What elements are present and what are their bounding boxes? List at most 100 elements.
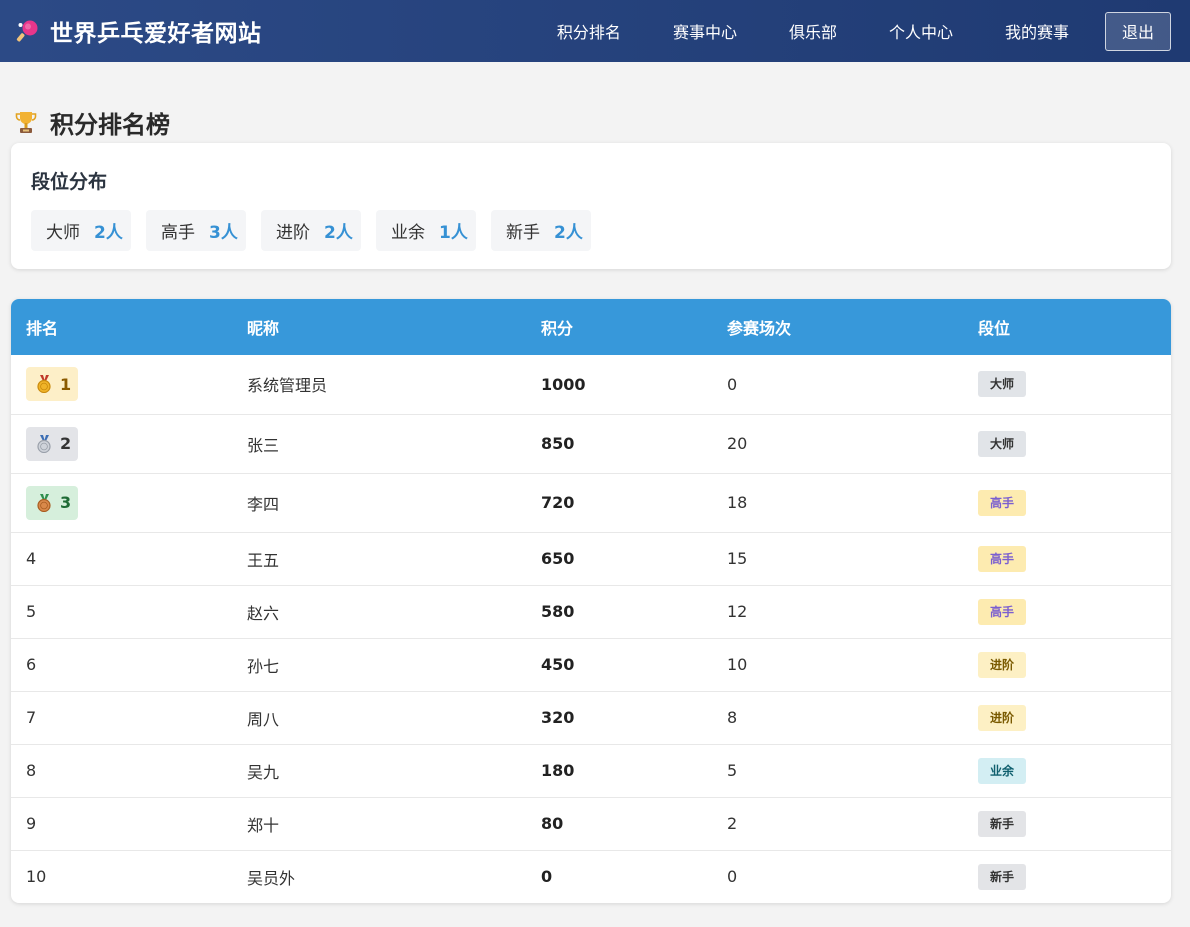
level-badge: 高手	[978, 545, 1026, 572]
nickname-cell: 孙七	[232, 638, 526, 692]
level-badge: 新手	[978, 863, 1026, 890]
table-body: 1 系统管理员 1000 0 大师 2 张三 850 20 大师 3 李四 720 18 高手 4 王五 650 1…	[11, 355, 1171, 903]
matches-cell: 5	[712, 744, 963, 798]
nav-item-my-events[interactable]: 我的赛事	[979, 19, 1095, 43]
table-row[interactable]: 4 王五 650 15 高手	[11, 532, 1171, 586]
level-cell: 大师	[963, 355, 1171, 415]
table-row[interactable]: 8 吴九 180 5 业余	[11, 744, 1171, 798]
gold-medal-icon	[37, 375, 51, 394]
silver-medal-icon	[37, 434, 51, 453]
distribution-chip-novice: 新手 2人	[491, 210, 591, 251]
points-cell: 580	[526, 585, 712, 639]
points-cell: 650	[526, 532, 712, 586]
table-row[interactable]: 3 李四 720 18 高手	[11, 473, 1171, 533]
level-badge: 进阶	[978, 704, 1026, 731]
col-header-rank[interactable]: 排名	[11, 299, 232, 355]
rank-cell: 5	[11, 585, 232, 639]
distribution-chip-expert: 高手 3人	[146, 210, 246, 251]
points-cell: 180	[526, 744, 712, 798]
level-cell: 高手	[963, 585, 1171, 639]
matches-cell: 12	[712, 585, 963, 639]
rank-cell: 9	[11, 797, 232, 851]
page-title-row: 积分排名榜	[11, 107, 1171, 139]
chip-label: 大师	[46, 223, 80, 243]
bronze-medal-icon	[37, 493, 51, 512]
rank-number: 8	[26, 761, 37, 780]
rank-cell: 3	[11, 473, 232, 533]
chip-count: 2人	[554, 223, 583, 243]
distribution-chip-master: 大师 2人	[31, 210, 131, 251]
chip-label: 业余	[391, 223, 425, 243]
table-row[interactable]: 2 张三 850 20 大师	[11, 414, 1171, 474]
table-row[interactable]: 10 吴员外 0 0 新手	[11, 850, 1171, 903]
table-row[interactable]: 9 郑十 80 2 新手	[11, 797, 1171, 851]
points-cell: 0	[541, 867, 553, 887]
points-cell: 1000	[526, 355, 712, 415]
points-cell: 80	[526, 797, 712, 851]
ranking-table-card: 排名 昵称 积分 参赛场次 段位 1 系统管理员 1000 0 大师 2 张三 850 20 大师…	[11, 299, 1171, 903]
nickname-cell: 张三	[232, 414, 526, 474]
points-cell: 450	[526, 638, 712, 692]
level-badge: 新手	[978, 810, 1026, 837]
rank-number: 4	[26, 549, 37, 568]
table-row[interactable]: 6 孙七 450 10 进阶	[11, 638, 1171, 692]
gold-rank-badge: 1	[26, 367, 78, 402]
level-cell: 新手	[963, 850, 1171, 903]
table-row[interactable]: 7 周八 320 8 进阶	[11, 691, 1171, 745]
nav-item-rankings[interactable]: 积分排名	[531, 19, 647, 43]
level-badge: 高手	[978, 598, 1026, 625]
col-header-points[interactable]: 积分	[526, 299, 712, 355]
rank-number: 5	[26, 602, 37, 621]
rank-number: 10	[26, 867, 47, 887]
level-badge: 业余	[978, 757, 1026, 784]
table-row[interactable]: 1 系统管理员 1000 0 大师	[11, 355, 1171, 415]
rank-number: 7	[26, 708, 37, 727]
matches-cell: 20	[712, 414, 963, 474]
rank-number: 3	[60, 493, 72, 512]
logout-button[interactable]: 退出	[1105, 11, 1171, 51]
level-cell: 业余	[963, 744, 1171, 798]
matches-cell: 10	[712, 638, 963, 692]
rank-cell: 8	[11, 744, 232, 798]
matches-cell: 18	[712, 473, 963, 533]
rank-cell: 7	[11, 691, 232, 745]
main-content: 积分排名榜 段位分布 大师 2人 高手 3人 进阶 2人 业余 1人 新手 2人	[0, 107, 1190, 903]
level-cell: 进阶	[963, 691, 1171, 745]
nav-item-profile[interactable]: 个人中心	[863, 19, 979, 43]
bronze-rank-badge: 3	[26, 485, 78, 520]
chip-count: 2人	[324, 223, 353, 243]
points-cell: 720	[526, 473, 712, 533]
level-cell: 大师	[963, 414, 1171, 474]
level-cell: 高手	[963, 532, 1171, 586]
rank-cell: 10	[11, 850, 232, 903]
col-header-level[interactable]: 段位	[963, 299, 1171, 355]
rank-number: 2	[60, 434, 72, 453]
col-header-nickname[interactable]: 昵称	[232, 299, 526, 355]
nickname-cell: 赵六	[232, 585, 526, 639]
nav-item-clubs[interactable]: 俱乐部	[763, 19, 863, 43]
nickname-cell: 王五	[232, 532, 526, 586]
chip-count: 2人	[94, 223, 123, 243]
distribution-chip-amateur: 业余 1人	[376, 210, 476, 251]
rank-number: 9	[26, 814, 37, 833]
matches-cell: 0	[712, 355, 963, 415]
level-cell: 高手	[963, 473, 1171, 533]
level-cell: 新手	[963, 797, 1171, 851]
distribution-title: 段位分布	[31, 171, 108, 193]
col-header-matches[interactable]: 参赛场次	[712, 299, 963, 355]
level-badge: 大师	[978, 430, 1026, 457]
rank-number: 6	[26, 655, 37, 674]
ping-pong-paddle-icon	[16, 20, 38, 42]
points-cell: 850	[526, 414, 712, 474]
brand[interactable]: 世界乒乓爱好者网站	[16, 14, 262, 48]
level-badge: 进阶	[978, 651, 1026, 678]
chip-count: 3人	[209, 223, 238, 243]
table-header-row: 排名 昵称 积分 参赛场次 段位	[11, 299, 1171, 355]
main-nav: 积分排名 赛事中心 俱乐部 个人中心 我的赛事 退出	[531, 11, 1171, 51]
level-distribution-card: 段位分布 大师 2人 高手 3人 进阶 2人 业余 1人 新手 2人	[11, 143, 1171, 269]
chip-count: 1人	[439, 223, 468, 243]
rank-cell: 1	[11, 355, 232, 415]
table-row[interactable]: 5 赵六 580 12 高手	[11, 585, 1171, 639]
nav-item-events[interactable]: 赛事中心	[647, 19, 763, 43]
level-cell: 进阶	[963, 638, 1171, 692]
